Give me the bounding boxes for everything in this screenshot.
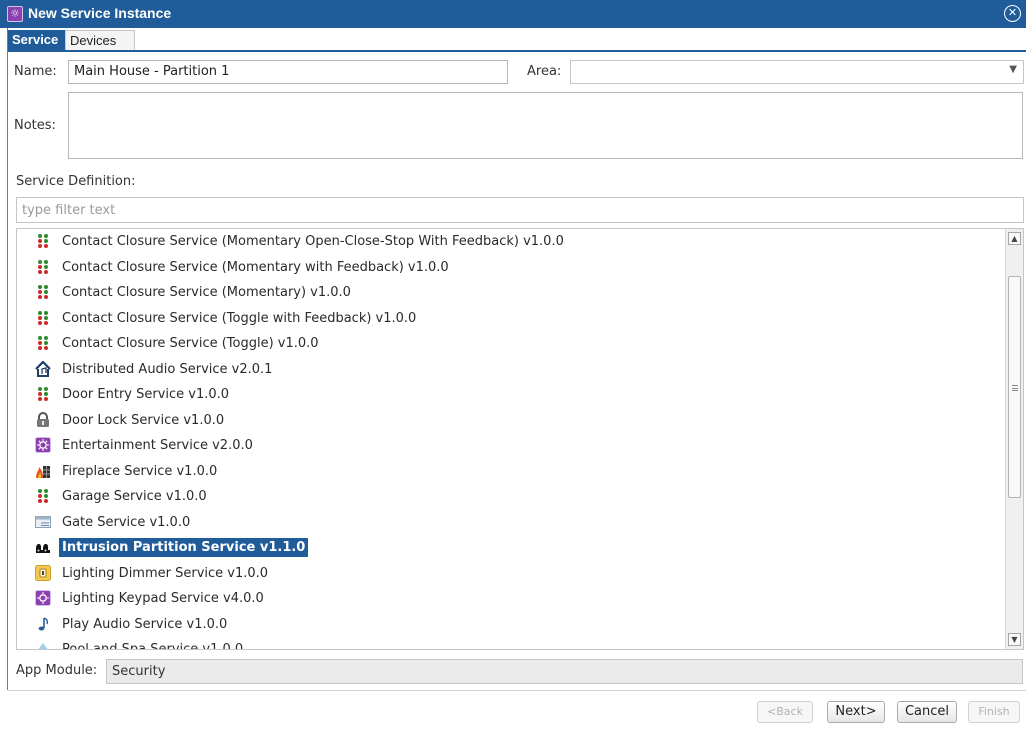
title-bar: ☼ New Service Instance ✕: [0, 0, 1026, 28]
service-definition-list: Contact Closure Service (Momentary Open-…: [16, 228, 1024, 650]
button-bar-divider: [8, 690, 1026, 691]
list-item-label: Contact Closure Service (Momentary with …: [62, 259, 449, 275]
list-item[interactable]: Contact Closure Service (Toggle with Fee…: [17, 307, 1002, 329]
window-title: New Service Instance: [28, 5, 172, 21]
contact-closure-icon: [35, 335, 51, 351]
app-module-field: Security: [106, 659, 1023, 684]
dimmer-icon: [35, 564, 51, 581]
cancel-button[interactable]: Cancel: [897, 701, 957, 723]
list-item-label: Lighting Dimmer Service v1.0.0: [62, 565, 269, 581]
list-item[interactable]: Contact Closure Service (Momentary with …: [17, 256, 1002, 278]
list-item[interactable]: Fireplace Service v1.0.0: [17, 460, 1002, 482]
contact-closure-icon: [35, 310, 51, 326]
list-item-label: Door Lock Service v1.0.0: [62, 412, 225, 428]
chevron-down-icon[interactable]: ▼: [1009, 64, 1017, 75]
notes-label: Notes:: [14, 118, 56, 133]
back-button[interactable]: <Back: [757, 701, 813, 723]
list-item[interactable]: Lighting Keypad Service v4.0.0: [17, 587, 1002, 609]
fireplace-icon: [35, 463, 51, 479]
gate-icon: [35, 514, 51, 530]
list-item-label: Pool and Spa Service v1.0.0: [62, 642, 244, 650]
list-item-label: Garage Service v1.0.0: [62, 489, 207, 504]
contact-closure-icon: [35, 386, 51, 402]
list-item[interactable]: Contact Closure Service (Momentary Open-…: [17, 230, 1002, 252]
list-item-label: Entertainment Service v2.0.0: [62, 438, 253, 453]
list-item-label: Distributed Audio Service v2.0.1: [62, 361, 273, 377]
name-field[interactable]: Main House - Partition 1: [68, 60, 508, 84]
list-item[interactable]: Contact Closure Service (Toggle) v1.0.0: [17, 332, 1002, 354]
next-button[interactable]: Next>: [827, 701, 885, 723]
list-item-label: Intrusion Partition Service v1.1.0: [59, 538, 309, 557]
scroll-up-icon[interactable]: ▲: [1008, 232, 1021, 245]
list-item[interactable]: Intrusion Partition Service v1.1.0: [17, 536, 1002, 558]
close-icon[interactable]: ✕: [1004, 5, 1021, 22]
list-item-label: Contact Closure Service (Toggle) v1.0.0: [62, 336, 319, 351]
area-label: Area:: [527, 64, 562, 79]
grip-icon: [1012, 385, 1018, 391]
contact-closure-icon: [35, 259, 51, 275]
list-item[interactable]: Entertainment Service v2.0.0: [17, 434, 1002, 456]
list-item[interactable]: Distributed Audio Service v2.0.1: [17, 358, 1002, 380]
area-select[interactable]: ▼: [570, 60, 1024, 84]
list-item-label: Door Entry Service v1.0.0: [62, 387, 230, 402]
notes-field[interactable]: [68, 92, 1023, 159]
entertainment-icon: [35, 437, 51, 453]
tab-underline: [8, 50, 1026, 52]
list-item[interactable]: Door Lock Service v1.0.0: [17, 409, 1002, 431]
list-item[interactable]: Play Audio Service v1.0.0: [17, 613, 1002, 635]
contact-closure-icon: [35, 284, 51, 300]
service-definition-label: Service Definition:: [16, 174, 136, 189]
finish-button[interactable]: Finish: [968, 701, 1020, 723]
app-module-label: App Module:: [16, 663, 98, 678]
scroll-thumb[interactable]: [1008, 276, 1021, 498]
list-item-label: Fireplace Service v1.0.0: [62, 463, 218, 479]
list-item[interactable]: Garage Service v1.0.0: [17, 485, 1002, 507]
tab-service[interactable]: Service: [8, 30, 65, 50]
name-label: Name:: [14, 64, 57, 79]
entertainment-icon: ☼: [7, 6, 23, 22]
music-note-icon: [35, 616, 51, 632]
tab-devices[interactable]: Devices: [65, 30, 135, 50]
house-audio-icon: [35, 359, 51, 377]
contact-closure-icon: [35, 233, 51, 249]
filter-input[interactable]: [16, 197, 1024, 223]
intrusion-icon: [35, 539, 51, 555]
list-item-label: Contact Closure Service (Toggle with Fee…: [62, 310, 417, 326]
list-scrollbar[interactable]: ▲ ▼: [1005, 229, 1023, 649]
lock-icon: [35, 411, 51, 428]
list-item-label: Play Audio Service v1.0.0: [62, 616, 228, 632]
list-item-label: Lighting Keypad Service v4.0.0: [62, 591, 264, 606]
pool-icon: [35, 641, 51, 649]
keypad-icon: [35, 590, 51, 606]
list-item[interactable]: Lighting Dimmer Service v1.0.0: [17, 562, 1002, 584]
list-item[interactable]: Gate Service v1.0.0: [17, 511, 1002, 533]
list-item[interactable]: Pool and Spa Service v1.0.0: [17, 638, 1002, 650]
list-item-label: Contact Closure Service (Momentary) v1.0…: [62, 285, 351, 300]
list-item[interactable]: Door Entry Service v1.0.0: [17, 383, 1002, 405]
scroll-down-icon[interactable]: ▼: [1008, 633, 1021, 646]
list-item[interactable]: Contact Closure Service (Momentary) v1.0…: [17, 281, 1002, 303]
contact-closure-icon: [35, 488, 51, 504]
list-item-label: Gate Service v1.0.0: [62, 514, 191, 530]
list-item-label: Contact Closure Service (Momentary Open-…: [62, 234, 564, 249]
